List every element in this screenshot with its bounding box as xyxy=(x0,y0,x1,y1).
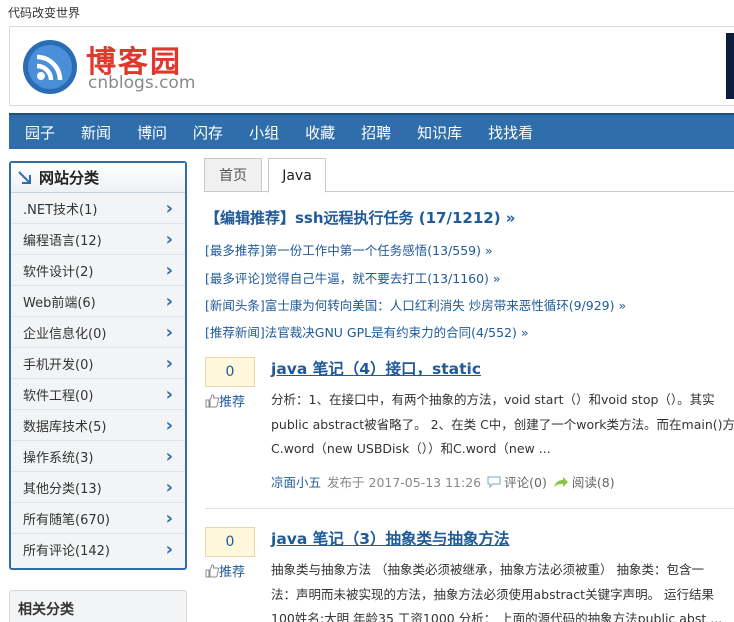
post-divider xyxy=(205,508,734,509)
sidebar-item-label: 软件工程(0) xyxy=(23,388,94,404)
sidebar-item-dotnet[interactable]: .NET技术(1) › xyxy=(11,193,185,224)
tab-home[interactable]: 首页 xyxy=(204,158,262,192)
sidebar-item-label: 数据库技术(5) xyxy=(23,419,107,435)
nav-item-flash[interactable]: 闪存 xyxy=(193,122,223,143)
header-banner xyxy=(726,33,734,99)
recommend-link[interactable]: [新闻头条]富士康为何转向美国：人口红利消失 炒房带来恶性循环(9/929) » xyxy=(205,295,626,314)
editor-pick-link[interactable]: 【编辑推荐】ssh远程执行任务 (17/1212) » xyxy=(205,207,515,228)
chevron-right-icon: › xyxy=(165,507,173,529)
related-categories-panel: 相关分类 xyxy=(9,590,187,622)
post-title-link[interactable]: java 笔记（4）接口，static xyxy=(271,357,481,379)
nav-item-jobs[interactable]: 招聘 xyxy=(361,122,391,143)
thumbs-up-icon xyxy=(205,393,219,407)
comments-link[interactable]: 评论(0) xyxy=(487,472,547,491)
summary-line: 法：声明而未被实现的方法，抽象方法必须使用abstract关键字声明。 运行结果 xyxy=(271,586,715,602)
sidebar-item-label: 企业信息化(0) xyxy=(23,326,107,342)
sidebar-item-design[interactable]: 软件设计(2) › xyxy=(11,255,185,286)
chevron-right-icon: › xyxy=(165,539,173,560)
arrow-down-right-icon xyxy=(18,170,31,184)
sidebar-item-database[interactable]: 数据库技术(5) › xyxy=(11,410,185,441)
recommend-label: 推荐 xyxy=(219,395,246,410)
chevron-right-icon: › xyxy=(165,321,173,343)
sidebar-item-se[interactable]: 软件工程(0) › xyxy=(11,379,185,410)
summary-line: 100姓名:大明 年龄35 工资1000 分析： 上面的源代码的抽象方法publ… xyxy=(271,611,723,622)
comments-count: 评论(0) xyxy=(504,475,547,490)
sidebar-item-label: 操作系统(3) xyxy=(23,450,94,466)
nav-item-favorites[interactable]: 收藏 xyxy=(305,122,335,143)
recommend-label: 推荐 xyxy=(219,565,246,580)
sidebar-item-label: 手机开发(0) xyxy=(23,357,94,373)
chevron-right-icon: › xyxy=(165,228,173,250)
reads-link[interactable]: 阅读(8) xyxy=(553,472,615,491)
cnblogs-logo-icon[interactable] xyxy=(22,39,78,95)
summary-line: public abstract被省略了。 2、在类 C中，创建了一个work类方… xyxy=(271,416,734,432)
site-header: 博客园 cnblogs.com xyxy=(9,26,734,106)
sidebar-title-text: 网站分类 xyxy=(39,169,100,187)
post-date: 发布于 2017-05-13 11:26 xyxy=(327,475,482,490)
post-summary: 分析：1、在接口中，有两个抽象的方法，void start（）和void sto… xyxy=(271,388,734,462)
sidebar-title: 网站分类 xyxy=(11,163,185,193)
sidebar-item-mobile[interactable]: 手机开发(0) › xyxy=(11,348,185,379)
sidebar-item-label: 其他分类(13) xyxy=(23,481,102,497)
sidebar-item-other[interactable]: 其他分类(13) › xyxy=(11,472,185,503)
post-title-link[interactable]: java 笔记（3）抽象类与抽象方法 xyxy=(271,527,510,549)
sidebar-item-programming[interactable]: 编程语言(12) › xyxy=(11,224,185,255)
sidebar-item-all-comments[interactable]: 所有评论(142) › xyxy=(11,534,185,565)
sidebar-item-label: 所有随笔(670) xyxy=(23,512,110,528)
sidebar-item-label: 软件设计(2) xyxy=(23,264,94,280)
chevron-right-icon: › xyxy=(165,290,173,312)
recommend-button[interactable]: 推荐 xyxy=(205,561,255,580)
vote-box: 0 推荐 xyxy=(205,357,255,410)
chevron-right-icon: › xyxy=(165,197,173,219)
sidebar-item-web[interactable]: Web前端(6) › xyxy=(11,286,185,317)
chevron-right-icon: › xyxy=(165,352,173,374)
nav-item-news[interactable]: 新闻 xyxy=(81,122,111,143)
main-nav: 园子 新闻 博问 闪存 小组 收藏 招聘 知识库 找找看 xyxy=(9,113,734,149)
sidebar-item-label: 编程语言(12) xyxy=(23,233,102,249)
sidebar-item-all-posts[interactable]: 所有随笔(670) › xyxy=(11,503,185,534)
recommend-link[interactable]: [推荐新闻]法官裁决GNU GPL是有约束力的合同(4/552) » xyxy=(205,322,529,341)
recommend-button[interactable]: 推荐 xyxy=(205,391,255,410)
reads-count: 阅读(8) xyxy=(571,475,615,490)
category-sidebar: 网站分类 .NET技术(1) › 编程语言(12) › 软件设计(2) › Web前端… xyxy=(9,161,187,570)
vote-count: 0 xyxy=(205,527,255,557)
nav-item-groups[interactable]: 小组 xyxy=(249,122,279,143)
chevron-right-icon: › xyxy=(165,476,173,498)
sidebar-item-label: .NET技术(1) xyxy=(23,202,98,218)
recommend-link[interactable]: [最多推荐]第一份工作中第一个任务感悟(13/559) » xyxy=(205,240,493,259)
author-link[interactable]: 凉面小五 xyxy=(271,472,321,491)
logo-domain[interactable]: cnblogs.com xyxy=(88,73,195,93)
summary-line: 分析：1、在接口中，有两个抽象的方法，void start（）和void sto… xyxy=(271,392,715,407)
site-tagline: 代码改变世界 xyxy=(8,6,81,20)
summary-line: 抽象类与抽象方法 （抽象类必须被继承，抽象方法必须被重） 抽象类：包含一 xyxy=(271,562,704,577)
sidebar-item-enterprise[interactable]: 企业信息化(0) › xyxy=(11,317,185,348)
vote-box: 0 推荐 xyxy=(205,527,255,580)
nav-item-search[interactable]: 找找看 xyxy=(488,122,533,143)
post-meta: 凉面小五 发布于 2017-05-13 11:26 评论(0) 阅读(8) xyxy=(271,472,615,491)
thumbs-up-icon xyxy=(205,563,219,577)
recommend-link[interactable]: [最多评论]觉得自己牛逼，就不要去打工(13/1160) » xyxy=(205,268,501,287)
nav-item-garden[interactable]: 园子 xyxy=(25,122,55,143)
post-summary: 抽象类与抽象方法 （抽象类必须被继承，抽象方法必须被重） 抽象类：包含一 法：声… xyxy=(271,558,734,622)
chevron-right-icon: › xyxy=(165,445,173,467)
related-categories-title: 相关分类 xyxy=(18,602,74,618)
read-arrow-icon xyxy=(553,476,568,487)
sidebar-item-label: 所有评论(142) xyxy=(23,544,110,559)
comment-icon xyxy=(487,476,501,488)
nav-item-questions[interactable]: 博问 xyxy=(137,122,167,143)
chevron-right-icon: › xyxy=(165,414,173,436)
sidebar-item-label: Web前端(6) xyxy=(23,295,96,311)
chevron-right-icon: › xyxy=(165,259,173,281)
vote-count: 0 xyxy=(205,357,255,387)
chevron-right-icon: › xyxy=(165,383,173,405)
nav-item-knowledge[interactable]: 知识库 xyxy=(417,122,462,143)
content-tabs: 首页 Java xyxy=(204,158,734,193)
sidebar-item-os[interactable]: 操作系统(3) › xyxy=(11,441,185,472)
summary-line: C.word（new USBDisk（））和C.word（new ... xyxy=(271,441,551,456)
tab-java[interactable]: Java xyxy=(268,158,326,193)
